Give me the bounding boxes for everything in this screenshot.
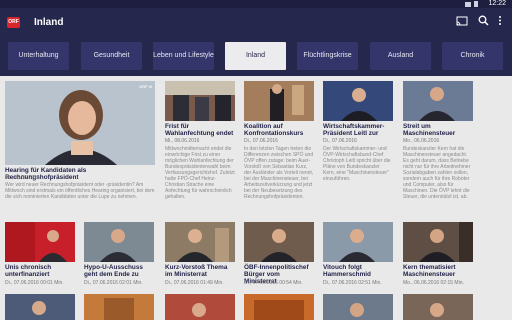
tab-unterhaltung[interactable]: Unterhaltung	[8, 42, 69, 70]
video-thumbnail	[165, 294, 235, 320]
video-headline: Hypo-U-Ausschuss geht dem Ende zu	[84, 264, 143, 278]
article-thumbnail	[165, 81, 235, 121]
video-thumbnail	[323, 294, 393, 320]
article-grid: ORF III Hearing für Kandidaten als Rechn…	[0, 76, 512, 320]
video-card[interactable]	[403, 294, 473, 320]
article-card[interactable]: Frist für Wahlanfechtung endet Mi., 08.0…	[165, 81, 235, 215]
wifi-icon	[465, 1, 471, 7]
video-card[interactable]: Kurz-Vorstoß Thema im Ministerrat Di., 0…	[165, 222, 235, 288]
article-card[interactable]: Wirtschaftskammer-Präsident Leitl zur Di…	[323, 81, 393, 215]
video-card[interactable]	[84, 294, 154, 320]
video-thumbnail	[403, 294, 473, 320]
featured-article-thumbnail	[5, 81, 155, 165]
battery-icon	[474, 1, 478, 7]
tab-inland[interactable]: Inland	[225, 42, 286, 70]
article-headline: Frist für Wahlanfechtung endet	[165, 123, 234, 137]
page-title: Inland	[34, 17, 64, 28]
orf-logo[interactable]: ORF	[7, 17, 20, 28]
video-card[interactable]: Vitouch folgt Hammerschmid Di., 07.06.20…	[323, 222, 393, 288]
video-thumbnail	[323, 222, 393, 262]
article-headline: Wirtschaftskammer-Präsident Leitl zur	[323, 123, 385, 137]
video-card[interactable]	[165, 294, 235, 320]
video-thumbnail	[5, 222, 75, 262]
category-tab-bar: Unterhaltung Gesundheit Leben und Lifest…	[0, 38, 512, 76]
article-meta: Mi., 08.06.2016	[165, 138, 200, 144]
article-meta: Mo., 06.06.2016	[403, 138, 440, 144]
video-meta: Mo., 06.06.2016 02:15 Min.	[403, 280, 464, 286]
overflow-menu-icon[interactable]	[493, 15, 507, 31]
article-meta: Di., 07.06.2016	[244, 138, 278, 144]
tab-fluechtlingskrise[interactable]: Flüchtlingskrise	[297, 42, 358, 70]
video-card[interactable]	[323, 294, 393, 320]
tab-gesundheit[interactable]: Gesundheit	[81, 42, 142, 70]
featured-article-card[interactable]: ORF III Hearing für Kandidaten als Rechn…	[5, 81, 155, 215]
video-meta: Di., 07.06.2016 01:49 Min.	[165, 280, 224, 286]
article-description: In den letzten Tagen treten die Differen…	[244, 146, 314, 200]
video-card[interactable]	[244, 294, 314, 320]
article-card[interactable]: Koalition auf Konfrontationskurs Di., 07…	[244, 81, 314, 215]
video-thumbnail	[84, 222, 154, 262]
video-thumbnail	[403, 222, 473, 262]
video-card[interactable]: Unis chronisch unterfinanziert Di., 07.0…	[5, 222, 75, 288]
video-thumbnail	[165, 222, 235, 262]
status-time: 12:22	[488, 0, 506, 7]
video-thumbnail	[5, 294, 75, 320]
status-bar: 12:22	[0, 0, 512, 8]
tab-chronik[interactable]: Chronik	[442, 42, 503, 70]
video-card[interactable]: ÖBF-Innenpolitischef Bürger vom Minister…	[244, 222, 314, 288]
cast-icon[interactable]	[455, 15, 469, 31]
article-meta: Di., 07.06.2016	[323, 138, 357, 144]
video-meta: Di., 07.06.2016 02:01 Min.	[84, 280, 143, 286]
app-bar: ORF Inland	[0, 8, 512, 38]
article-headline: Koalition auf Konfrontationskurs	[244, 123, 304, 137]
featured-meta: Mi., 08.06.2016	[5, 175, 40, 181]
video-headline: Unis chronisch unterfinanziert	[5, 264, 52, 278]
video-meta: Di., 07.06.2016 00:54 Min.	[244, 280, 303, 286]
video-headline: Kurz-Vorstoß Thema im Ministerrat	[165, 264, 228, 278]
featured-description: Wer wird neuer Rechnungshofpräsident ode…	[5, 182, 155, 200]
article-thumbnail	[403, 81, 473, 121]
video-thumbnail	[244, 294, 314, 320]
article-thumbnail	[323, 81, 393, 121]
video-thumbnail	[244, 222, 314, 262]
tab-ausland[interactable]: Ausland	[370, 42, 431, 70]
video-card[interactable]: Kern thematisiert Maschinensteuer Mo., 0…	[403, 222, 473, 288]
search-icon[interactable]	[476, 15, 490, 31]
article-description: Der Wirtschaftskammer- und ÖVP-Wirtschaf…	[323, 146, 391, 182]
video-headline: Vitouch folgt Hammerschmid	[323, 264, 371, 278]
article-headline: Streit um Maschinensteuer	[403, 123, 456, 137]
video-card[interactable]: Hypo-U-Ausschuss geht dem Ende zu Di., 0…	[84, 222, 154, 288]
tab-leben-und-lifestyle[interactable]: Leben und Lifestyle	[153, 42, 214, 70]
video-headline: Kern thematisiert Maschinensteuer	[403, 264, 456, 278]
article-description: Mittwochmitternacht endet die einwöchige…	[165, 146, 235, 200]
video-card[interactable]	[5, 294, 75, 320]
video-thumbnail	[84, 294, 154, 320]
article-description: Bundeskanzler Kern hat die Maschinensteu…	[403, 146, 471, 200]
video-meta: Di., 07.06.2016 00:01 Min.	[5, 280, 64, 286]
article-thumbnail	[244, 81, 314, 121]
system-indicators	[465, 1, 478, 7]
video-meta: Di., 07.06.2016 02:51 Min.	[323, 280, 382, 286]
channel-watermark: ORF III	[139, 84, 152, 89]
article-card[interactable]: Streit um Maschinensteuer Mo., 06.06.201…	[403, 81, 473, 215]
